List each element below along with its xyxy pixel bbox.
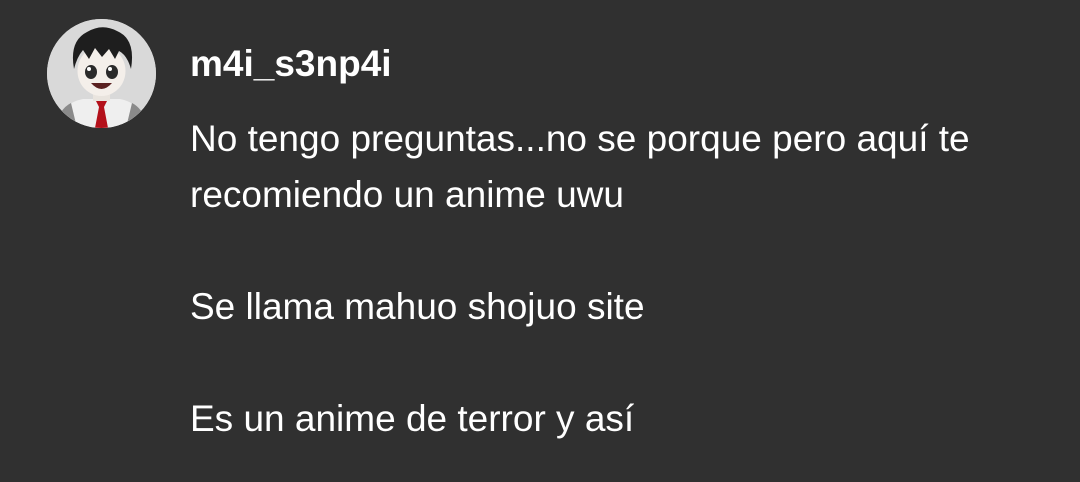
- message-paragraph: Se llama mahuo shojuo site: [190, 286, 645, 327]
- anime-character-avatar-icon: [47, 19, 156, 128]
- message-paragraph: No tengo preguntas...no se porque pero a…: [190, 118, 970, 215]
- comment-text: No tengo preguntas...no se porque pero a…: [190, 111, 1060, 447]
- message-paragraph: Es un anime de terror y así: [190, 398, 635, 439]
- username-link[interactable]: m4i_s3np4i: [190, 40, 392, 88]
- comment-item: m4i_s3np4i No tengo preguntas...no se po…: [0, 0, 1080, 482]
- avatar[interactable]: [47, 19, 156, 128]
